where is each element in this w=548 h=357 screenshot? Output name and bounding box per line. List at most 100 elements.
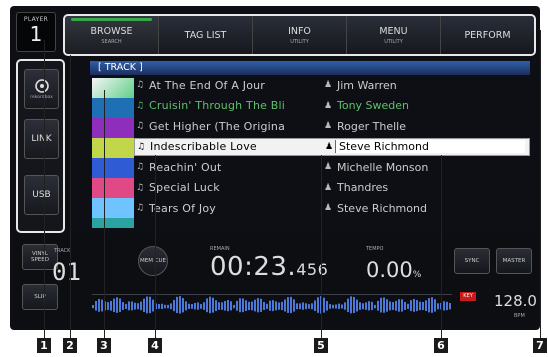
tempo-unit: % (412, 270, 422, 280)
waveform-bar (278, 302, 280, 310)
waveform-bar (425, 300, 427, 312)
sync-button[interactable]: SYNC (454, 248, 490, 274)
callout-number: 3 (97, 338, 111, 353)
waveform-bar (302, 302, 304, 310)
deck-info: VINYL SPEED SLIP TRACK 01 MEM CUE REMAIN… (14, 234, 537, 326)
waveform-bar (236, 300, 238, 311)
waveform-bar (107, 302, 109, 310)
artist-icon: ♟ (324, 203, 333, 213)
track-artist: Steve Richmond (335, 140, 525, 153)
tab-info[interactable]: INFO UTILITY (253, 16, 347, 54)
key-indicator: KEY (460, 292, 476, 301)
waveform-bar (116, 297, 118, 313)
track-label: TRACK (54, 248, 71, 254)
waveform-bar (242, 298, 244, 313)
waveform-bar (260, 298, 262, 312)
rekordbox-source-button[interactable]: rekordbox (24, 69, 59, 109)
waveform-bar (329, 304, 331, 309)
track-row[interactable]: ♫ Tears Of Joy ♟ Steve Richmond (134, 199, 530, 217)
waveform-bar (404, 301, 406, 311)
waveform-graphic (92, 296, 451, 314)
waveform-bar (137, 303, 139, 310)
tab-label: PERFORM (464, 29, 511, 41)
waveform-bar (311, 303, 313, 310)
waveform-bar (239, 298, 241, 313)
track-row[interactable]: ♫ At The End Of A Jour ♟ Jim Warren (134, 76, 530, 94)
rekordbox-icon (34, 78, 49, 93)
waveform-bar (224, 300, 226, 311)
waveform-bar (233, 304, 235, 309)
waveform-bar (308, 304, 310, 309)
waveform-bar (398, 299, 400, 312)
waveform-bar (266, 303, 268, 309)
tab-tag-list[interactable]: TAG LIST (159, 16, 253, 54)
waveform-bar (128, 301, 130, 311)
usb-source-button[interactable]: USB (24, 175, 59, 215)
waveform-bar (125, 303, 127, 309)
track-artist: Michelle Monson (337, 160, 429, 174)
waveform-bar (251, 301, 253, 311)
waveform-bar (368, 301, 370, 311)
tab-browse[interactable]: BROWSE SEARCH (65, 16, 159, 54)
track-title: Get Higher (The Origina (149, 119, 286, 133)
waveform-bar (245, 300, 247, 312)
waveform-bar (419, 301, 421, 311)
track-row[interactable]: ♫ Indescribable Love ♟ Steve Richmond (134, 137, 530, 156)
callout-number: 5 (314, 338, 328, 353)
waveform-bar (275, 301, 277, 311)
player-indicator: PLAYER 1 (16, 12, 56, 52)
waveform-bar (146, 296, 148, 314)
waveform-bar (191, 304, 193, 309)
waveform-bar (416, 300, 418, 312)
master-button[interactable]: MASTER (496, 248, 532, 274)
track-row[interactable]: ♫ Reachin' Out ♟ Michelle Monson (134, 158, 530, 176)
waveform-bar (119, 298, 121, 313)
callout-number: 6 (434, 338, 448, 353)
artist-icon: ♟ (324, 100, 333, 111)
tab-perform[interactable]: PERFORM (441, 16, 534, 54)
waveform[interactable] (92, 294, 452, 316)
waveform-bar (422, 302, 424, 310)
waveform-bar (293, 299, 295, 312)
waveform-bar (182, 298, 184, 313)
waveform-bar (392, 302, 394, 310)
waveform-bar (152, 299, 154, 312)
callout-leader (321, 155, 322, 338)
mem-cue-button[interactable]: MEM CUE (138, 246, 168, 276)
callout-leader (441, 155, 442, 338)
waveform-bar (110, 300, 112, 311)
tab-menu[interactable]: MENU UTILITY (347, 16, 441, 54)
waveform-bar (197, 302, 199, 310)
music-note-icon: ♫ (135, 80, 145, 90)
tempo-label: TEMPO (366, 246, 384, 252)
waveform-bar (449, 303, 451, 310)
waveform-bar (377, 300, 379, 311)
track-row[interactable]: ♫ Special Luck ♟ Thandres (134, 179, 530, 197)
waveform-bar (263, 301, 265, 311)
waveform-bar (185, 301, 187, 311)
waveform-bar (227, 300, 229, 312)
artwork-thumbnail (92, 78, 134, 98)
track-row[interactable]: ♫ Get Higher (The Origina ♟ Roger Thelle (134, 117, 530, 135)
music-note-icon: ♫ (136, 141, 146, 152)
waveform-bar (347, 298, 349, 313)
track-row[interactable]: ♫ Cruisin' Through The Bli ♟ Tony Sweden (134, 97, 530, 115)
artist-icon: ♟ (324, 162, 333, 172)
waveform-bar (248, 301, 250, 311)
waveform-bar (257, 298, 259, 313)
link-label: LINK (31, 134, 52, 144)
link-source-button[interactable]: LINK (24, 119, 59, 159)
waveform-bar (335, 304, 337, 309)
time-display: 00:23.456 (210, 252, 328, 282)
waveform-bar (290, 296, 292, 314)
waveform-bar (176, 296, 178, 314)
waveform-bar (350, 296, 352, 314)
track-list: ♫ At The End Of A Jour ♟ Jim Warren ♫ Cruisin… (134, 76, 534, 226)
waveform-bar (158, 304, 160, 309)
waveform-bar (212, 297, 214, 313)
waveform-bar (332, 304, 334, 309)
waveform-bar (272, 300, 274, 312)
slip-button[interactable]: SLIP (22, 284, 58, 310)
waveform-bar (443, 301, 445, 311)
player-screen: PLAYER 1 BROWSE SEARCH TAG LIST INFO UTI… (10, 6, 540, 330)
